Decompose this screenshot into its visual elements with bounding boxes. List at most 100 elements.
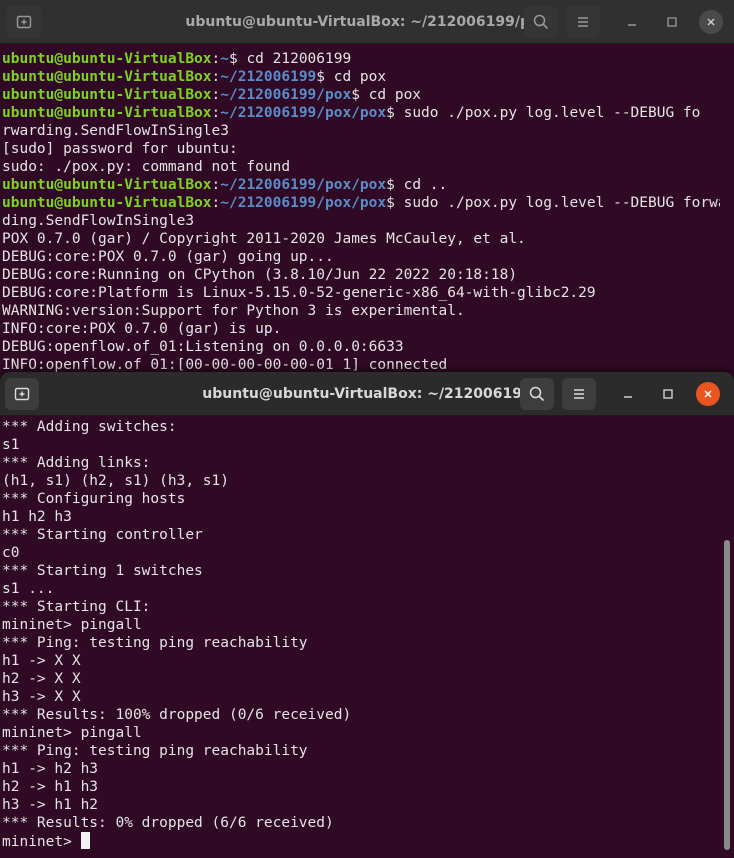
output-text: INFO:openflow.of_01:[00-00-00-00-00-01 1…	[2, 357, 448, 373]
prompt-user-host: ubuntu@ubuntu-VirtualBox	[2, 177, 212, 193]
command-text: $ cd ..	[386, 177, 448, 193]
prompt-separator: :	[211, 177, 221, 193]
terminal-prompt-line[interactable]: mininet>	[2, 832, 720, 850]
terminal-line: *** Adding switches:	[2, 419, 177, 435]
prompt-separator: :	[211, 195, 221, 211]
close-icon	[707, 18, 715, 26]
search-icon	[533, 14, 549, 30]
maximize-button[interactable]	[656, 382, 680, 406]
output-text: POX 0.7.0 (gar) / Copyright 2011-2020 Ja…	[2, 231, 526, 247]
prompt-user-host: ubuntu@ubuntu-VirtualBox	[2, 195, 212, 211]
terminal-line: *** Ping: testing ping reachability	[2, 743, 308, 759]
terminal-line: *** Adding links:	[2, 455, 151, 471]
output-text: DEBUG:openflow.of_01:Listening on 0.0.0.…	[2, 339, 404, 355]
maximize-button[interactable]	[660, 10, 684, 34]
terminal-line: POX 0.7.0 (gar) / Copyright 2011-2020 Ja…	[2, 230, 720, 248]
mininet-prompt: mininet>	[2, 834, 81, 850]
command-text: $ cd 212006199	[228, 51, 352, 67]
prompt-separator: :	[211, 69, 221, 85]
hamburger-menu-icon	[574, 389, 584, 399]
terminal-line: s1	[2, 437, 20, 453]
menu-button[interactable]	[566, 6, 600, 38]
terminal-line: h2 -> X X	[2, 671, 81, 687]
minimize-icon	[628, 24, 636, 26]
menu-button[interactable]	[562, 378, 596, 410]
prompt-path: ~/212006199	[220, 69, 317, 85]
terminal-output[interactable]: *** Adding switches: s1 *** Adding links: (…	[2, 418, 720, 850]
terminal-line: h2 -> h1 h3	[2, 779, 99, 795]
terminal-line: *** Ping: testing ping reachability	[2, 635, 308, 651]
close-icon	[704, 390, 712, 398]
prompt-separator: :	[211, 87, 221, 103]
terminal-line: h1 h2 h3	[2, 509, 72, 525]
minimize-icon	[624, 396, 632, 398]
close-button[interactable]	[699, 10, 723, 34]
terminal-line: (h1, s1) (h2, s1) (h3, s1)	[2, 473, 229, 489]
prompt-path: ~	[220, 51, 229, 67]
terminal-window-mininet[interactable]: ubuntu@ubuntu-VirtualBox: ~/212006199 **…	[0, 372, 734, 858]
output-text: ding.SendFlowInSingle3	[2, 213, 195, 229]
output-text: rwarding.SendFlowInSingle3	[2, 123, 229, 139]
terminal-line: h3 -> h1 h2	[2, 797, 99, 813]
terminal-line: rwarding.SendFlowInSingle3	[2, 122, 720, 140]
terminal-line: h1 -> X X	[2, 653, 81, 669]
terminal-line: mininet> pingall	[2, 617, 142, 633]
minimize-button[interactable]	[616, 382, 640, 406]
command-text: $ sudo ./pox.py log.level --DEBUG forwar	[386, 195, 720, 211]
titlebar[interactable]: ubuntu@ubuntu-VirtualBox: ~/212006199/po…	[0, 0, 734, 44]
minimize-button[interactable]	[620, 10, 644, 34]
close-button[interactable]	[696, 382, 720, 406]
output-text: INFO:core:POX 0.7.0 (gar) is up.	[2, 321, 282, 337]
prompt-path: ~/212006199/pox	[220, 87, 352, 103]
output-text: sudo: ./pox.py: command not found	[2, 159, 291, 175]
terminal-line: *** Starting CLI:	[2, 599, 151, 615]
prompt-separator: :	[211, 51, 221, 67]
text-cursor	[80, 832, 90, 849]
terminal-line: ubuntu@ubuntu-VirtualBox:~/212006199$ cd…	[2, 68, 720, 86]
terminal-line: *** Results: 100% dropped (0/6 received)	[2, 707, 352, 723]
terminal-line: sudo: ./pox.py: command not found	[2, 158, 720, 176]
output-text: [sudo] password for ubuntu:	[2, 141, 238, 157]
prompt-path: ~/212006199/pox/pox	[220, 177, 387, 193]
prompt-path: ~/212006199/pox/pox	[220, 105, 387, 121]
search-button[interactable]	[520, 378, 554, 410]
prompt-user-host: ubuntu@ubuntu-VirtualBox	[2, 51, 212, 67]
terminal-line: *** Starting controller	[2, 527, 203, 543]
terminal-line: *** Starting 1 switches	[2, 563, 203, 579]
terminal-line: ubuntu@ubuntu-VirtualBox:~/212006199/pox…	[2, 176, 720, 194]
prompt-user-host: ubuntu@ubuntu-VirtualBox	[2, 87, 212, 103]
prompt-user-host: ubuntu@ubuntu-VirtualBox	[2, 69, 212, 85]
terminal-line: ubuntu@ubuntu-VirtualBox:~/212006199/pox…	[2, 86, 720, 104]
output-text: DEBUG:core:Platform is Linux-5.15.0-52-g…	[2, 285, 596, 301]
terminal-line: s1 ...	[2, 581, 55, 597]
hamburger-menu-icon	[578, 17, 588, 27]
terminal-line: h3 -> X X	[2, 689, 81, 705]
terminal-line: ubuntu@ubuntu-VirtualBox:~$ cd 212006199	[2, 50, 720, 68]
command-text: $ cd pox	[316, 69, 387, 85]
output-text: WARNING:version:Support for Python 3 is …	[2, 303, 465, 319]
terminal-line: mininet> pingall	[2, 725, 142, 741]
prompt-user-host: ubuntu@ubuntu-VirtualBox	[2, 105, 212, 121]
titlebar[interactable]: ubuntu@ubuntu-VirtualBox: ~/212006199	[0, 372, 734, 416]
terminal-line: DEBUG:core:Platform is Linux-5.15.0-52-g…	[2, 284, 720, 302]
terminal-line: h1 -> h2 h3	[2, 761, 99, 777]
terminal-line: ubuntu@ubuntu-VirtualBox:~/212006199/pox…	[2, 194, 720, 212]
command-text: $ sudo ./pox.py log.level --DEBUG fo	[386, 105, 701, 121]
terminal-line: ubuntu@ubuntu-VirtualBox:~/212006199/pox…	[2, 104, 720, 122]
search-icon	[529, 386, 545, 402]
terminal-line: c0	[2, 545, 20, 561]
terminal-line: DEBUG:core:POX 0.7.0 (gar) going up...	[2, 248, 720, 266]
scrollbar[interactable]	[724, 540, 730, 850]
output-text: DEBUG:core:POX 0.7.0 (gar) going up...	[2, 249, 334, 265]
terminal-line: DEBUG:core:Running on CPython (3.8.10/Ju…	[2, 266, 720, 284]
search-button[interactable]	[524, 6, 558, 38]
terminal-window-pox[interactable]: ubuntu@ubuntu-VirtualBox: ~/212006199/po…	[0, 0, 734, 380]
maximize-icon	[667, 17, 677, 27]
terminal-line: *** Configuring hosts	[2, 491, 186, 507]
terminal-output[interactable]: ubuntu@ubuntu-VirtualBox:~$ cd 212006199…	[2, 50, 720, 374]
maximize-icon	[663, 389, 673, 399]
terminal-line: INFO:core:POX 0.7.0 (gar) is up.	[2, 320, 720, 338]
terminal-line: WARNING:version:Support for Python 3 is …	[2, 302, 720, 320]
terminal-line: DEBUG:openflow.of_01:Listening on 0.0.0.…	[2, 338, 720, 356]
output-text: DEBUG:core:Running on CPython (3.8.10/Ju…	[2, 267, 518, 283]
